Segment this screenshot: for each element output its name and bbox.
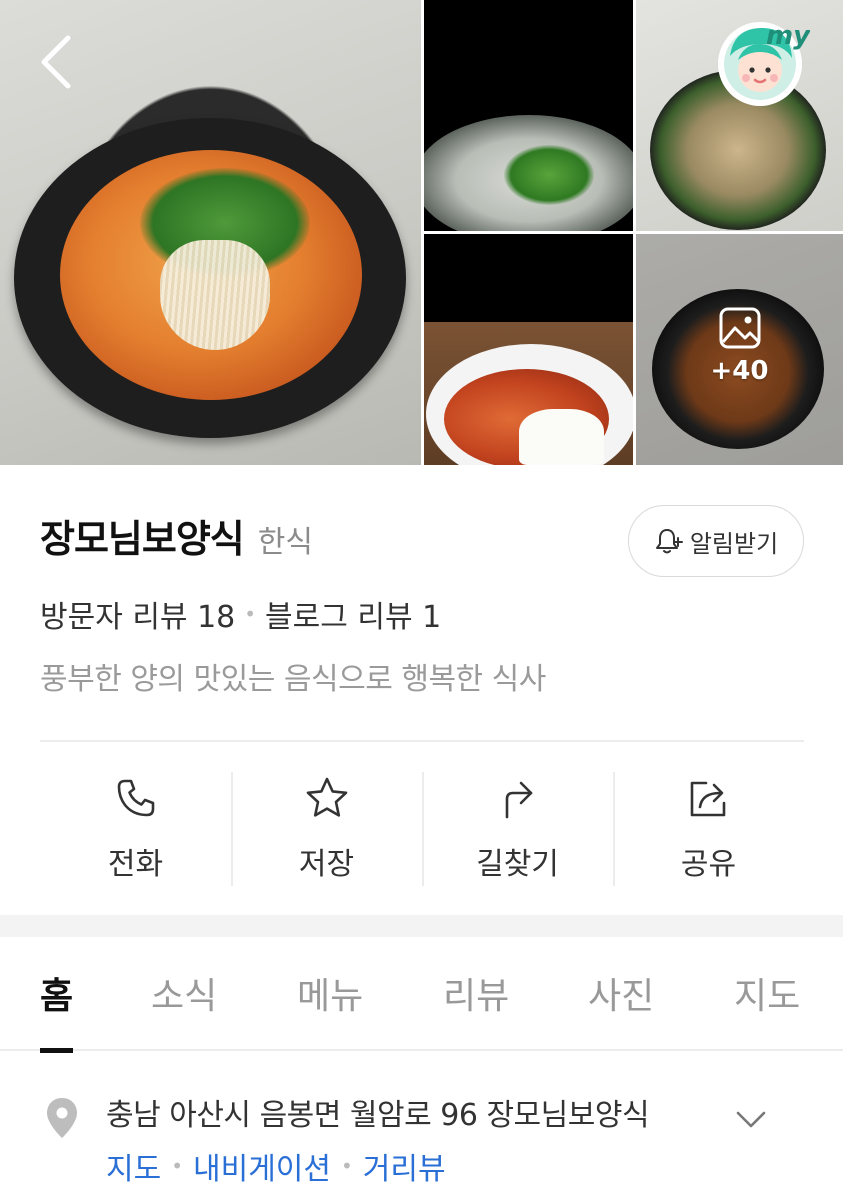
address-text[interactable]: 충남 아산시 음봉면 월암로 96 장모님보양식 <box>106 1090 650 1134</box>
directions-label: 길찾기 <box>476 847 559 882</box>
review-counts: 방문자 리뷰 18 • 블로그 리뷰 1 <box>40 592 441 636</box>
street-view-link[interactable]: 거리뷰 <box>363 1144 446 1188</box>
tab-home[interactable]: 홈 <box>40 967 74 1053</box>
tab-reviews[interactable]: 리뷰 <box>443 967 509 1051</box>
share-icon <box>690 781 725 817</box>
share-button[interactable]: 공유 <box>613 772 804 886</box>
tab-news[interactable]: 소식 <box>151 967 217 1051</box>
blog-review-link[interactable]: 블로그 리뷰 1 <box>265 592 441 636</box>
save-button[interactable]: 저장 <box>231 772 422 886</box>
tab-map[interactable]: 지도 <box>734 967 800 1051</box>
photo-thumbnail[interactable] <box>424 0 633 231</box>
place-title-row: 장모님보양식 한식 <box>40 508 313 563</box>
address-links: 지도 • 내비게이션 • 거리뷰 <box>106 1144 446 1188</box>
call-button[interactable]: 전화 <box>40 772 231 886</box>
place-name: 장모님보양식 <box>40 517 245 561</box>
call-label: 전화 <box>107 847 164 882</box>
alarm-button[interactable]: 알림받기 <box>628 505 804 577</box>
visitor-review-link[interactable]: 방문자 리뷰 18 <box>40 592 235 636</box>
bell-plus-icon <box>655 529 683 554</box>
chevron-left-icon <box>41 35 71 89</box>
separator-dot: • <box>244 602 257 626</box>
place-description: 풍부한 양의 맛있는 음식으로 행복한 식사 <box>40 662 546 697</box>
share-label: 공유 <box>680 847 737 882</box>
star-icon <box>306 777 347 817</box>
photo-thumbnail[interactable] <box>424 234 633 465</box>
back-button[interactable] <box>30 30 84 94</box>
directions-button[interactable]: 길찾기 <box>422 772 613 886</box>
map-link[interactable]: 지도 <box>106 1144 161 1188</box>
phone-icon <box>117 779 154 817</box>
save-label: 저장 <box>298 847 355 882</box>
my-profile-button[interactable]: my <box>714 14 811 110</box>
tab-bar: 홈 소식 메뉴 리뷰 사진 지도 <box>0 937 843 1053</box>
navigation-link[interactable]: 내비게이션 <box>193 1144 331 1188</box>
separator-dot: • <box>171 1154 183 1178</box>
section-divider <box>0 915 843 937</box>
alarm-button-label: 알림받기 <box>689 529 779 558</box>
turn-arrow-icon <box>505 781 532 819</box>
image-icon <box>719 307 760 348</box>
separator-dot: • <box>341 1154 353 1178</box>
photo-gallery: +40 my <box>0 0 843 465</box>
divider <box>40 740 804 742</box>
more-photos-overlay[interactable]: +40 <box>636 234 843 465</box>
location-pin-icon <box>47 1098 77 1138</box>
place-category: 한식 <box>257 525 313 560</box>
my-avatar-icon: my <box>718 21 811 106</box>
more-photos-count: +40 <box>710 355 769 386</box>
tab-photos[interactable]: 사진 <box>588 967 654 1051</box>
svg-text:my: my <box>766 21 810 51</box>
tab-menu[interactable]: 메뉴 <box>297 967 363 1051</box>
action-bar: 전화 저장 길찾기 공유 <box>40 772 804 886</box>
chevron-down-icon[interactable] <box>734 1102 768 1136</box>
